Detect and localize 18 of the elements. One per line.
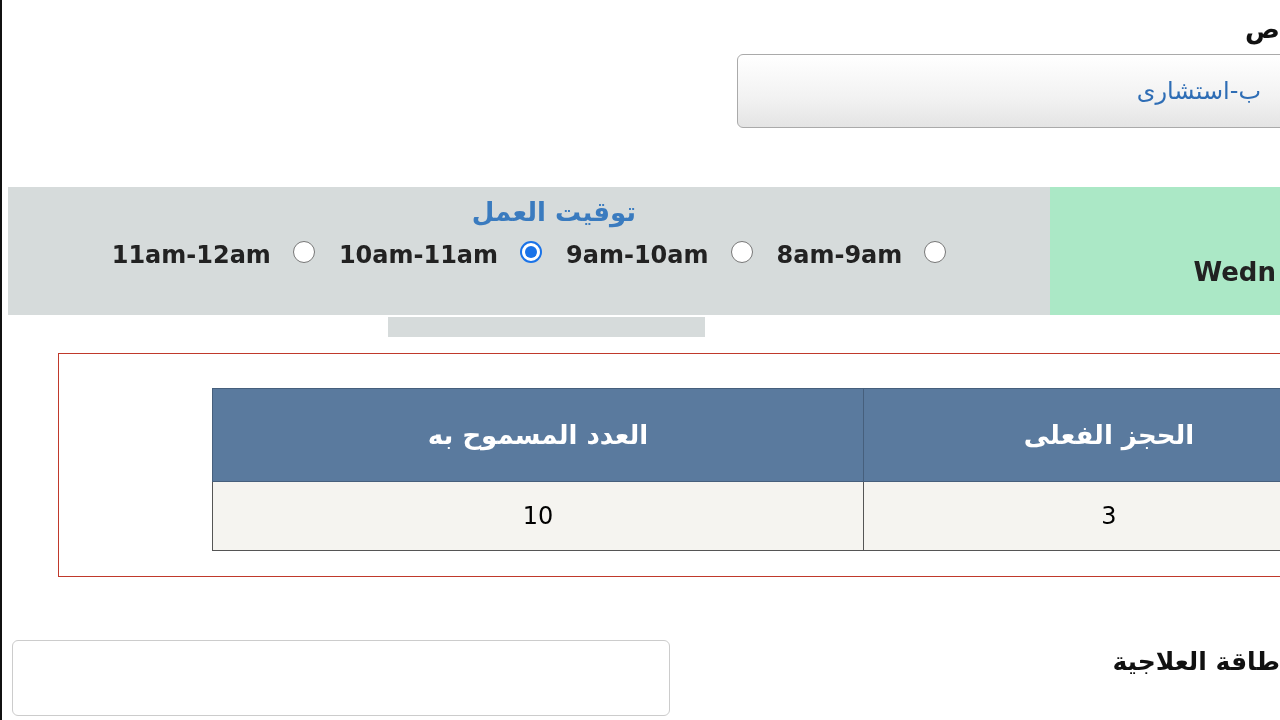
input-field[interactable] [12,640,670,716]
time-slot-option[interactable]: 11am-12am [111,241,315,269]
radio-button[interactable] [730,241,753,263]
specialty-label: ص [1245,14,1280,44]
time-slot-option[interactable]: 8am-9am [776,241,947,269]
radio-button[interactable] [520,241,543,263]
table-cell: 3 [863,481,1280,551]
time-slot-option[interactable]: 9am-10am [566,241,753,269]
column-header: الحجز الفعلى [863,388,1280,482]
card-label: طاقة العلاجية [1112,647,1280,676]
day-label: Wedn [1193,257,1276,287]
specialty-select[interactable]: ب-استشارى [737,54,1280,128]
radio-button[interactable] [924,241,947,263]
schedule-title: توقيت العمل [471,197,637,227]
table-cell: 10 [212,481,864,551]
time-slot-option[interactable]: 10am-11am [338,241,543,269]
radio-button[interactable] [292,241,315,263]
column-header: العدد المسموح به [212,388,864,482]
